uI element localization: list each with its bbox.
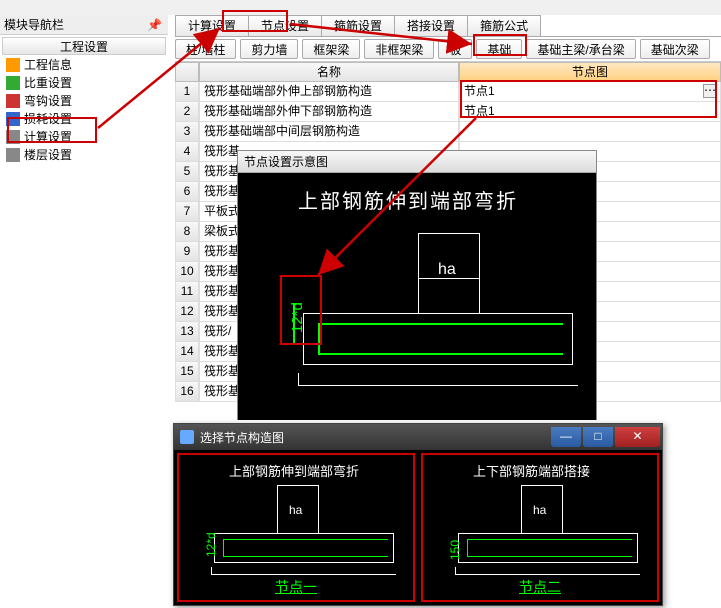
nav-header: 模块导航栏 📌	[0, 15, 168, 35]
tab-calc-setting[interactable]: 计算设置	[175, 15, 249, 36]
btn-foundation[interactable]: 基础	[476, 39, 522, 59]
diagram-title: 节点设置示意图	[238, 151, 596, 173]
btn-nonframebeam[interactable]: 非框架梁	[364, 39, 434, 59]
btn-shearwall[interactable]: 剪力墙	[240, 39, 298, 59]
caption-node-1: 节点一	[179, 577, 413, 597]
select-title: 选择节点构造图	[200, 429, 284, 446]
secondary-tabs: 柱/墙柱 剪力墙 框架梁 非框架梁 板 基础 基础主梁/承台梁 基础次梁	[175, 37, 721, 62]
diagram-body: 上部钢筋伸到端部弯折 ha 12*d	[238, 173, 596, 420]
app-icon	[180, 430, 194, 444]
select-node-window: 选择节点构造图 — □ ✕ 上部钢筋伸到端部弯折 ha 12*d 节点一 上下部…	[173, 423, 663, 606]
nav-item-engineering-info[interactable]: 工程信息	[2, 56, 166, 74]
floor-icon	[6, 148, 20, 162]
nav-item-calc-setting[interactable]: 计算设置	[2, 128, 166, 146]
option-node-2[interactable]: 上下部钢筋端部搭接 ha 150 节点二	[421, 453, 659, 602]
close-button[interactable]: ✕	[615, 427, 660, 447]
nav-panel: 模块导航栏 📌 工程设置 工程信息 比重设置 弯钩设置 损耗设置 计算设置 楼层…	[0, 15, 168, 415]
doc-icon	[6, 58, 20, 72]
nav-item-hook-setting[interactable]: 弯钩设置	[2, 92, 166, 110]
diagram-heading: 上部钢筋伸到端部弯折	[298, 185, 518, 214]
scale-icon	[6, 76, 20, 90]
tab-stirrup-formula[interactable]: 箍筋公式	[467, 15, 541, 36]
grid-header: 名称 节点图	[175, 62, 721, 82]
nav-title: 模块导航栏	[4, 18, 64, 32]
btn-slab[interactable]: 板	[438, 39, 472, 59]
tab-node-setting[interactable]: 节点设置	[248, 15, 322, 36]
nav-item-floor-setting[interactable]: 楼层设置	[2, 146, 166, 164]
loss-icon	[6, 112, 20, 126]
table-row[interactable]: 1筏形基础端部外伸上部钢筋构造节点1⋯	[175, 82, 721, 102]
btn-foundation-sec[interactable]: 基础次梁	[640, 39, 710, 59]
btn-column[interactable]: 柱/墙柱	[175, 39, 236, 59]
tab-stirrup-setting[interactable]: 箍筋设置	[321, 15, 395, 36]
table-row[interactable]: 2筏形基础端部外伸下部钢筋构造节点1	[175, 102, 721, 122]
col-node: 节点图	[459, 62, 721, 82]
nav-item-weight-setting[interactable]: 比重设置	[2, 74, 166, 92]
dim-12d: 12*d	[289, 302, 306, 333]
browse-button[interactable]: ⋯	[703, 84, 717, 98]
calc-icon	[6, 130, 20, 144]
pin-icon[interactable]: 📌	[147, 15, 162, 35]
btn-foundation-main[interactable]: 基础主梁/承台梁	[526, 39, 635, 59]
select-titlebar[interactable]: 选择节点构造图 — □ ✕	[174, 424, 662, 450]
table-row[interactable]: 3筏形基础端部中间层钢筋构造	[175, 122, 721, 142]
caption-node-2: 节点二	[423, 577, 657, 597]
tab-lap-setting[interactable]: 搭接设置	[394, 15, 468, 36]
primary-tabs: 计算设置 节点设置 箍筋设置 搭接设置 箍筋公式	[175, 15, 721, 37]
hook-icon	[6, 94, 20, 108]
nav-item-loss-setting[interactable]: 损耗设置	[2, 110, 166, 128]
diagram-window: 节点设置示意图 上部钢筋伸到端部弯折 ha 12*d	[237, 150, 597, 420]
maximize-button[interactable]: □	[583, 427, 613, 447]
dim-ha: ha	[438, 261, 456, 279]
col-name: 名称	[199, 62, 459, 82]
breadcrumb[interactable]: 工程设置	[2, 37, 166, 55]
minimize-button[interactable]: —	[551, 427, 581, 447]
option-node-1[interactable]: 上部钢筋伸到端部弯折 ha 12*d 节点一	[177, 453, 415, 602]
btn-framebeam[interactable]: 框架梁	[302, 39, 360, 59]
